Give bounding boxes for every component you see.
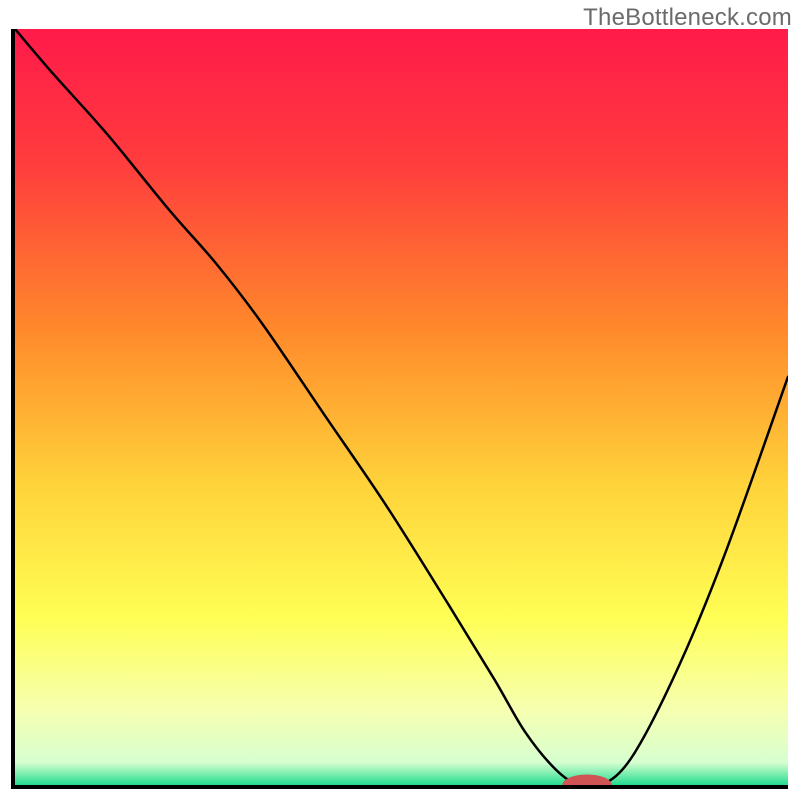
gradient-background (15, 29, 788, 785)
watermark-text: TheBottleneck.com (583, 4, 792, 32)
chart-svg (15, 29, 788, 785)
chart-container: TheBottleneck.com (0, 0, 800, 800)
